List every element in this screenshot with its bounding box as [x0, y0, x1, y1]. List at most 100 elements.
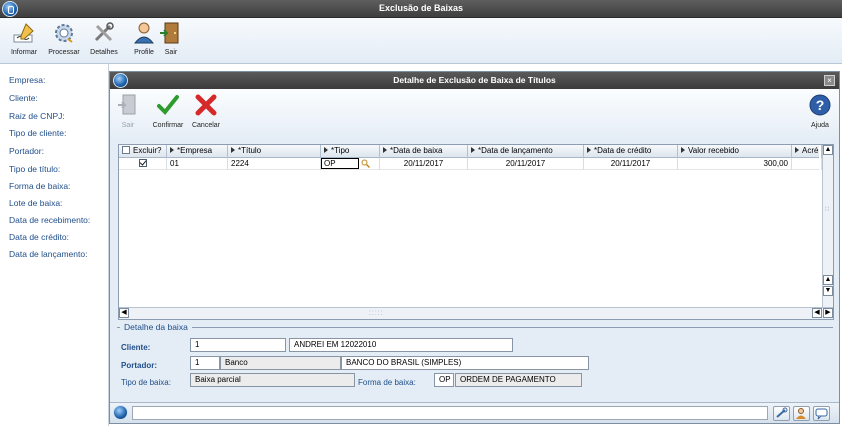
data-lancamento-label: Data de lançamento: — [9, 249, 88, 259]
sair-button[interactable]: Sair — [149, 21, 193, 61]
pen-form-icon — [11, 21, 37, 45]
col-excluir[interactable]: Excluir? — [119, 145, 167, 158]
detalhes-button[interactable]: Detalhes — [82, 21, 126, 61]
chat-message-icon[interactable] — [813, 406, 830, 421]
scroll-left-icon[interactable]: ◀ — [119, 308, 129, 318]
confirmar-label: Confirmar — [152, 122, 184, 129]
col-acrescimo[interactable]: Acré — [792, 145, 822, 158]
cliente-label: Cliente: — [9, 93, 38, 103]
acrescimo-cell — [792, 158, 822, 170]
titulo-cell: 2224 — [228, 158, 321, 170]
col-data-lancamento[interactable]: *Data de lançamento — [468, 145, 584, 158]
tipo-input[interactable]: OP — [321, 158, 359, 169]
filter-panel: Empresa: Cliente: Raiz de CNPJ: Tipo de … — [0, 64, 109, 426]
ajuda-label: Ajuda — [811, 122, 829, 129]
detail-dialog: Detalhe de Exclusão de Baixa de Títulos … — [109, 71, 840, 424]
scroll-down-icon[interactable]: ▼ — [823, 286, 833, 296]
cliente-code-field: 1 — [190, 338, 286, 352]
hscroll-grip-icon[interactable]: ⁚⁚⁚⁚⁚ — [369, 310, 384, 317]
empresa-label: Empresa: — [9, 75, 46, 85]
frame-legend: Detalhe da baixa — [120, 322, 192, 332]
portador-code-field: 1 — [190, 356, 220, 370]
exit-door-icon — [116, 93, 140, 117]
excluir-cell[interactable] — [119, 158, 167, 170]
dialog-sair-button[interactable]: Sair — [114, 93, 142, 129]
data-credito-cell: 20/11/2017 — [584, 158, 678, 170]
data-credito-label: Data de crédito: — [9, 232, 70, 242]
dialog-toolbar: Sair Confirmar Cancelar ? Ajuda — [110, 89, 839, 137]
magnifier-lookup-icon[interactable] — [361, 159, 371, 169]
portador-name-field: BANCO DO BRASIL (SIMPLES) — [341, 356, 589, 370]
scroll-right-icon[interactable]: ▶ — [823, 308, 833, 318]
data-lancamento-cell: 20/11/2017 — [468, 158, 584, 170]
tipo-titulo-label: Tipo de título: — [9, 164, 61, 174]
processar-label: Processar — [48, 49, 80, 56]
grid-vertical-scrollbar[interactable]: ▲ ⁞⁞ ▲ ▼ — [822, 145, 833, 308]
processar-button[interactable]: Processar — [42, 21, 86, 61]
detalhes-label: Detalhes — [90, 49, 118, 56]
lote-baixa-label: Lote de baixa: — [9, 198, 63, 208]
col-valor-recebido[interactable]: Valor recebido — [678, 145, 792, 158]
portador-label: Portador: — [9, 146, 44, 156]
help-question-icon: ? — [808, 93, 832, 117]
col-titulo[interactable]: *Título — [228, 145, 321, 158]
tipo-baixa-field: Baixa parcial — [190, 373, 355, 387]
titles-grid[interactable]: Excluir? *Empresa *Título *Tipo *Data de… — [118, 144, 834, 320]
cancelar-label: Cancelar — [191, 122, 220, 129]
informar-label: Informar — [10, 49, 38, 56]
svg-text:?: ? — [816, 97, 825, 113]
main-titlebar: Exclusão de Baixas — [0, 0, 842, 18]
close-icon[interactable]: × — [824, 75, 835, 86]
scroll-left-end-icon[interactable]: ◀ — [812, 308, 822, 318]
scroll-up-small-icon[interactable]: ▲ — [823, 275, 833, 285]
col-tipo[interactable]: *Tipo — [321, 145, 380, 158]
dialog-statusbar — [110, 402, 839, 423]
col-empresa[interactable]: *Empresa — [167, 145, 228, 158]
ajuda-button[interactable]: ? Ajuda — [808, 93, 832, 129]
valor-recebido-cell: 300,00 — [678, 158, 792, 170]
status-logo-icon[interactable] — [113, 405, 128, 420]
dialog-sair-label: Sair — [121, 122, 135, 129]
detalhe-baixa-frame: Detalhe da baixa Cliente: 1 ANDREI EM 12… — [117, 322, 833, 397]
checkmark-icon — [156, 93, 180, 117]
raiz-cnpj-label: Raiz de CNPJ: — [9, 111, 65, 121]
user-status-icon[interactable] — [793, 406, 810, 421]
dialog-title: Detalhe de Exclusão de Baixa de Títulos — [393, 75, 556, 85]
tipo-cell[interactable]: OP — [321, 158, 380, 170]
cliente-detail-label: Cliente: — [121, 343, 151, 352]
scroll-up-icon[interactable]: ▲ — [823, 145, 833, 155]
exit-door-icon — [158, 21, 184, 45]
tipo-baixa-label: Tipo de baixa: — [121, 378, 171, 387]
forma-baixa-detail-label: Forma de baixa: — [358, 378, 416, 387]
dialog-titlebar: Detalhe de Exclusão de Baixa de Títulos … — [110, 72, 839, 89]
empresa-cell: 01 — [167, 158, 228, 170]
cancelar-button[interactable]: Cancelar — [190, 93, 222, 129]
forma-baixa-label: Forma de baixa: — [9, 181, 71, 191]
main-toolbar: Informar Processar Detalhes Profile Sair — [0, 18, 842, 64]
status-message-field — [132, 406, 768, 420]
grid-header: Excluir? *Empresa *Título *Tipo *Data de… — [119, 145, 822, 158]
col-data-credito[interactable]: *Data de crédito — [584, 145, 678, 158]
col-data-baixa[interactable]: *Data de baixa — [380, 145, 468, 158]
forma-baixa-code-field: OP — [434, 373, 454, 387]
portador-detail-label: Portador: — [121, 361, 157, 370]
window-title: Exclusão de Baixas — [378, 3, 464, 13]
data-baixa-cell: 20/11/2017 — [380, 158, 468, 170]
select-all-checkbox[interactable] — [122, 146, 130, 154]
data-recebimento-label: Data de recebimento: — [9, 215, 91, 225]
informar-button[interactable]: Informar — [2, 21, 46, 61]
cliente-name-field: ANDREI EM 12022010 — [289, 338, 513, 352]
scroll-grip-icon[interactable]: ⁞⁞ — [825, 207, 830, 213]
tools-details-icon — [91, 21, 117, 45]
gear-process-icon — [51, 21, 77, 45]
grid-horizontal-scrollbar[interactable]: ◀ ⁚⁚⁚⁚⁚ ◀ ▶ — [119, 307, 833, 319]
portador-short-field: Banco — [220, 356, 341, 370]
confirmar-button[interactable]: Confirmar — [150, 93, 186, 129]
forma-baixa-name-field: ORDEM DE PAGAMENTO — [455, 373, 582, 387]
tipo-cliente-label: Tipo de cliente: — [9, 128, 67, 138]
table-row[interactable]: 01 2224 OP 20/11/2017 20/11/2017 20/11/2… — [119, 158, 822, 170]
red-x-icon — [194, 93, 218, 117]
sair-label: Sair — [164, 49, 178, 56]
link-tool-icon[interactable] — [773, 406, 790, 421]
excluir-checkbox[interactable] — [138, 159, 147, 167]
